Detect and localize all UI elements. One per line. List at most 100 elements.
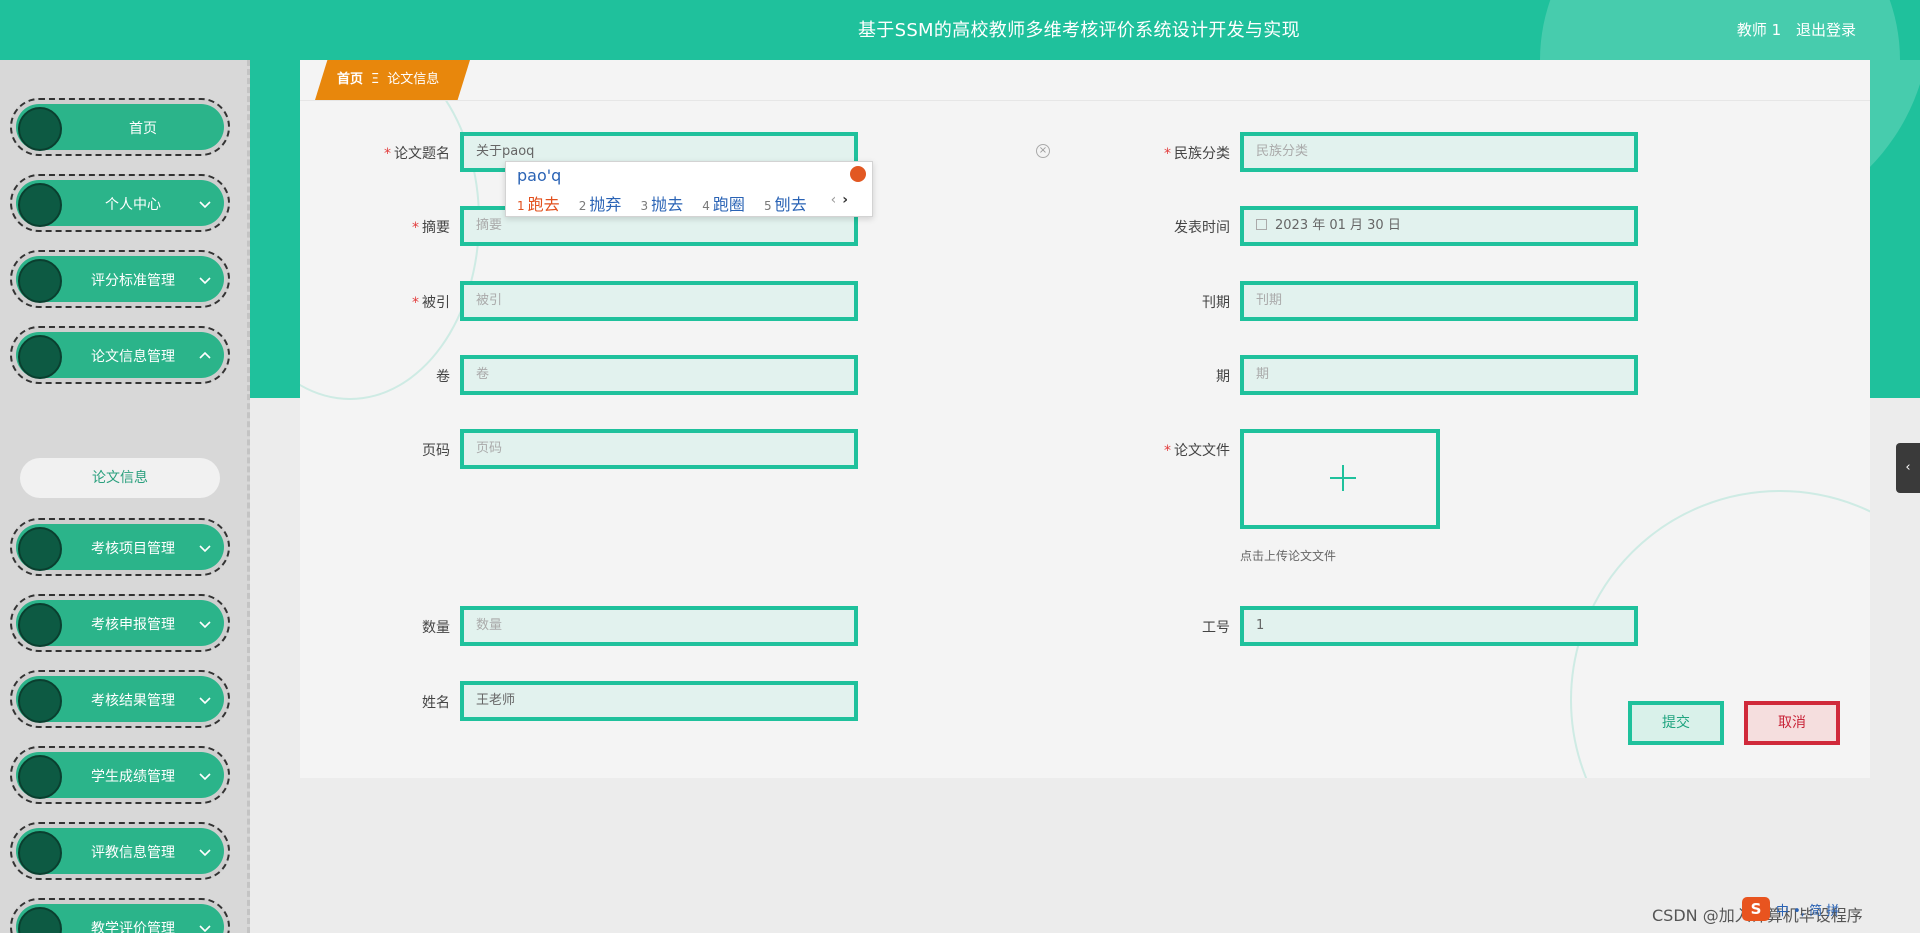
name-input[interactable]: 王老师 bbox=[460, 681, 858, 721]
chevron-down-icon bbox=[199, 621, 211, 629]
sidebar-item-label: 教学评价管理 bbox=[91, 921, 175, 933]
ime-candidate[interactable]: 4 跑圈 bbox=[702, 195, 745, 214]
menu-pill: 考核项目管理 bbox=[16, 524, 224, 571]
menu-knob bbox=[18, 183, 62, 227]
sogou-logo-icon: S bbox=[1742, 897, 1770, 921]
chevron-down-icon bbox=[199, 697, 211, 705]
breadcrumb-separator-icon: Ξ bbox=[371, 72, 380, 87]
menu-knob bbox=[18, 107, 62, 151]
breadcrumb-current: 论文信息 bbox=[387, 72, 440, 87]
category-label: * 民族分类 bbox=[1164, 146, 1230, 162]
ime-logo-icon bbox=[850, 166, 866, 182]
menu-knob bbox=[18, 527, 62, 571]
sidebar-item-label: 考核申报管理 bbox=[91, 617, 175, 633]
clear-icon[interactable]: × bbox=[1036, 144, 1050, 158]
sidebar-item-assessment-results[interactable]: 考核结果管理 bbox=[10, 670, 230, 728]
menu-pill: 教学评价管理 bbox=[16, 904, 224, 933]
menu-knob bbox=[18, 603, 62, 647]
ime-composition: pao'q bbox=[517, 166, 562, 185]
sidebar-item-label: 考核项目管理 bbox=[91, 541, 175, 557]
collapse-panel-tab[interactable]: ‹ bbox=[1896, 443, 1920, 493]
submit-button[interactable]: 提交 bbox=[1628, 701, 1724, 745]
count-input[interactable]: 数量 bbox=[460, 606, 858, 646]
chevron-down-icon bbox=[199, 201, 211, 209]
menu-pill: 学生成绩管理 bbox=[16, 752, 224, 799]
workid-label: 工号 bbox=[1202, 620, 1230, 636]
menu-pill: 论文信息管理 bbox=[16, 332, 224, 379]
ime-candidate[interactable]: 2 抛弃 bbox=[579, 195, 622, 214]
menu-knob bbox=[18, 907, 62, 933]
pubdate-input[interactable]: 2023 年 01 月 30 日 bbox=[1240, 206, 1638, 246]
menu-knob bbox=[18, 335, 62, 379]
user-area: 教师 1 退出登录 bbox=[1727, 19, 1856, 40]
plus-icon bbox=[1342, 465, 1344, 491]
ime-candidate[interactable]: 3 抛去 bbox=[641, 195, 684, 214]
issue-input[interactable]: 期 bbox=[1240, 355, 1638, 395]
menu-pill: 考核申报管理 bbox=[16, 600, 224, 647]
sidebar-item-label: 评教信息管理 bbox=[91, 845, 175, 861]
sidebar-item-assessment-projects[interactable]: 考核项目管理 bbox=[10, 518, 230, 576]
volume-label: 卷 bbox=[436, 369, 450, 385]
breadcrumb-home[interactable]: 首页 bbox=[337, 72, 363, 87]
sidebar-item-paper-management[interactable]: 论文信息管理 bbox=[10, 326, 230, 384]
cited-input[interactable]: 被引 bbox=[460, 281, 858, 321]
ime-candidates: 1 跑去 2 抛弃 3 抛去 4 跑圈 5 刨去 bbox=[517, 191, 821, 215]
workid-input[interactable]: 1 bbox=[1240, 606, 1638, 646]
title-label: * 论文题名 bbox=[384, 146, 450, 162]
sidebar-item-label: 论文信息管理 bbox=[91, 349, 175, 365]
sidebar-item-label: 首页 bbox=[129, 121, 157, 137]
sidebar-item-assessment-declarations[interactable]: 考核申报管理 bbox=[10, 594, 230, 652]
chevron-down-icon bbox=[199, 773, 211, 781]
menu-pill: 个人中心 bbox=[16, 180, 224, 227]
cancel-button[interactable]: 取消 bbox=[1744, 701, 1840, 745]
sidebar-item-personal-center[interactable]: 个人中心 bbox=[10, 174, 230, 232]
sidebar-item-teaching-assessment[interactable]: 教学评价管理 bbox=[10, 898, 230, 933]
submenu-paper-info[interactable]: 论文信息 bbox=[20, 458, 220, 498]
chevron-up-icon bbox=[199, 351, 211, 359]
menu-knob bbox=[18, 755, 62, 799]
menu-pill: 首页 bbox=[16, 104, 224, 151]
sidebar-item-home[interactable]: 首页 bbox=[10, 98, 230, 156]
ime-candidate-window: pao'q 1 跑去 2 抛弃 3 抛去 4 跑圈 5 刨去 ‹ › bbox=[505, 161, 873, 217]
pubdate-label: 发表时间 bbox=[1174, 220, 1230, 236]
logout-link[interactable]: 退出登录 bbox=[1796, 21, 1856, 39]
pages-input[interactable]: 页码 bbox=[460, 429, 858, 469]
ime-candidate[interactable]: 5 刨去 bbox=[764, 195, 807, 214]
breadcrumb: 首页 Ξ 论文信息 bbox=[315, 60, 470, 100]
sidebar-item-student-grades[interactable]: 学生成绩管理 bbox=[10, 746, 230, 804]
menu-knob bbox=[18, 831, 62, 875]
category-input[interactable]: 民族分类 bbox=[1240, 132, 1638, 172]
menu-pill: 考核结果管理 bbox=[16, 676, 224, 723]
name-label: 姓名 bbox=[422, 695, 450, 711]
calendar-icon bbox=[1256, 219, 1267, 230]
count-label: 数量 bbox=[422, 620, 450, 636]
volume-input[interactable]: 卷 bbox=[460, 355, 858, 395]
upload-hint: 点击上传论文文件 bbox=[1240, 549, 1337, 563]
user-name[interactable]: 教师 1 bbox=[1737, 21, 1781, 39]
ime-page-nav[interactable]: ‹ › bbox=[831, 192, 848, 208]
file-label: * 论文文件 bbox=[1164, 443, 1230, 459]
breadcrumb-divider bbox=[300, 100, 1870, 101]
ime-status-tray[interactable]: S 中 •, 简 拼 bbox=[1742, 895, 1920, 923]
file-upload-button[interactable] bbox=[1240, 429, 1440, 529]
menu-knob bbox=[18, 679, 62, 723]
pages-label: 页码 bbox=[422, 443, 450, 459]
journal-input[interactable]: 刊期 bbox=[1240, 281, 1638, 321]
system-title: 基于SSM的高校教师多维考核评价系统设计开发与实现 bbox=[858, 20, 1300, 41]
chevron-down-icon bbox=[199, 849, 211, 857]
ime-candidate[interactable]: 1 跑去 bbox=[517, 195, 560, 214]
menu-pill: 评教信息管理 bbox=[16, 828, 224, 875]
journal-label: 刊期 bbox=[1202, 295, 1230, 311]
chevron-down-icon bbox=[199, 545, 211, 553]
issue-label: 期 bbox=[1216, 369, 1230, 385]
menu-pill: 评分标准管理 bbox=[16, 256, 224, 303]
ime-status-text: 中 •, 简 拼 bbox=[1776, 903, 1840, 919]
chevron-down-icon bbox=[199, 277, 211, 285]
sidebar-item-label: 考核结果管理 bbox=[91, 693, 175, 709]
sidebar-item-scoring-standards[interactable]: 评分标准管理 bbox=[10, 250, 230, 308]
sidebar-item-teaching-evaluations[interactable]: 评教信息管理 bbox=[10, 822, 230, 880]
chevron-down-icon bbox=[199, 925, 211, 933]
cited-label: * 被引 bbox=[412, 295, 450, 311]
sidebar-item-label: 个人中心 bbox=[105, 197, 161, 213]
pubdate-value: 2023 年 01 月 30 日 bbox=[1275, 218, 1401, 233]
